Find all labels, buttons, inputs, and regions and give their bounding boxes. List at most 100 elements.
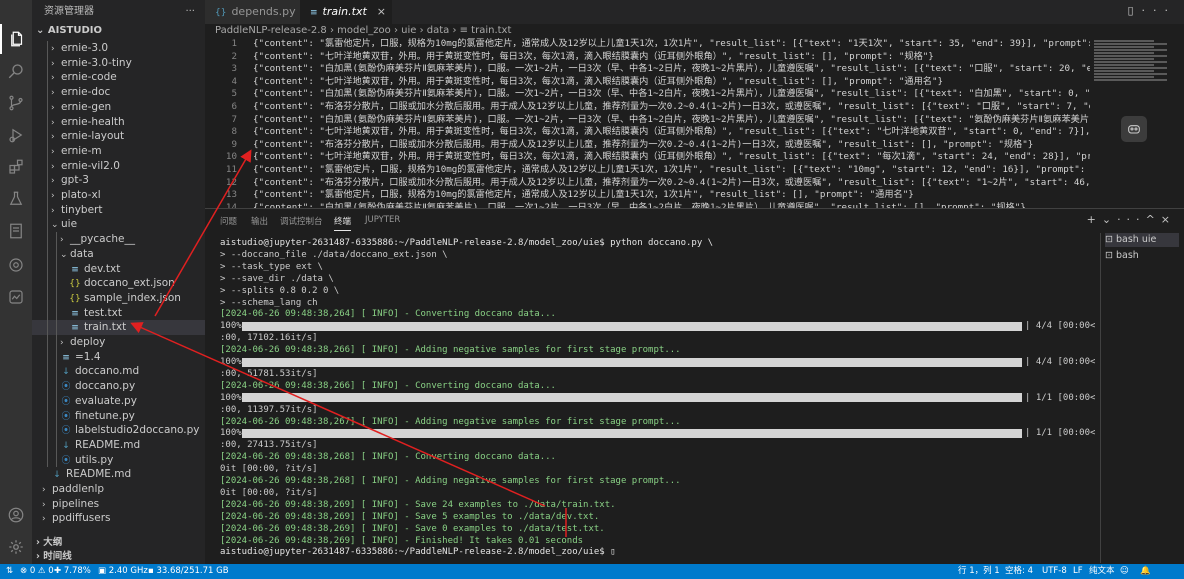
tab-problems[interactable]: 问题 bbox=[220, 215, 237, 227]
tree-file[interactable]: ≡ dev.txt bbox=[32, 262, 205, 277]
tree-folder[interactable]: › ernie-layout bbox=[32, 129, 205, 144]
chevron-down-icon[interactable]: ⌄ bbox=[1102, 213, 1117, 226]
tree-folder[interactable]: › ernie-doc bbox=[32, 85, 205, 100]
new-terminal-icon[interactable]: + bbox=[1087, 213, 1102, 226]
tree-file[interactable]: ↓ README.md bbox=[32, 438, 205, 453]
close-icon[interactable]: × bbox=[377, 5, 386, 18]
code-line: 4 {"content": "七叶洋地黄双苷，外用。用于黄斑变性时，每日3次，每次… bbox=[205, 76, 943, 89]
tree-folder[interactable]: › gpt-3 bbox=[32, 173, 205, 188]
minimap-line bbox=[1094, 40, 1154, 42]
explorer-icon[interactable] bbox=[0, 24, 32, 54]
terminal-item-bash-uie[interactable]: ⊡ bash uie bbox=[1105, 233, 1179, 247]
tree-folder[interactable]: › ernie-code bbox=[32, 70, 205, 85]
status-bar: ⇅ ⊗ 0 ⚠ 0 ✚ 7.78% ▣ 2.40 GHz ▪ 33.68/251… bbox=[0, 564, 1184, 579]
terminal-line: [2024-06-26 09:48:38,268] [ INFO] - Addi… bbox=[220, 476, 681, 486]
notifications-icon[interactable]: 🔔 bbox=[1140, 564, 1151, 579]
tree-file[interactable]: ⦿ utils.py bbox=[32, 453, 205, 468]
tree-file[interactable]: ≡ =1.4 bbox=[32, 350, 205, 365]
tree-file[interactable]: ≡ train.txt bbox=[32, 320, 205, 335]
settings-gear-icon[interactable] bbox=[0, 532, 32, 562]
outline-section[interactable]: › 大纲 bbox=[32, 536, 205, 549]
extensions-icon[interactable] bbox=[0, 152, 32, 182]
problems-count[interactable]: ⊗ 0 ⚠ 0 bbox=[20, 564, 54, 579]
tree-folder[interactable]: › tinybert bbox=[32, 203, 205, 218]
tree-label: doccano.py bbox=[75, 380, 136, 393]
breadcrumb[interactable]: PaddleNLP-release-2.8 › model_zoo › uie … bbox=[205, 24, 1184, 38]
terminal[interactable]: aistudio@jupyter-2631487-6335886:~/Paddl… bbox=[205, 237, 1095, 565]
code-line: 7 {"content": "白加黑(氨酚伪麻美芬片Ⅱ氨麻苯美片)，口服。一次1~… bbox=[205, 114, 1090, 127]
line-content: {"content": "布洛芬分散片，口服或加水分散后服用。用于成人及12岁以… bbox=[253, 176, 1090, 188]
tree-folder[interactable]: ⌄ uie bbox=[32, 217, 205, 232]
tree-folder[interactable]: › paddlenlp bbox=[32, 482, 205, 497]
tab-jupyter[interactable]: JUPYTER bbox=[365, 215, 400, 225]
tab-depends-py[interactable]: {} depends.py bbox=[205, 0, 300, 24]
line-number: 3 bbox=[231, 63, 237, 75]
language-mode[interactable]: 纯文本 bbox=[1089, 564, 1115, 579]
account-icon[interactable] bbox=[0, 500, 32, 530]
terminal-line: 0it [00:00, ?it/s] bbox=[220, 464, 318, 475]
tree-file[interactable]: ⦿ evaluate.py bbox=[32, 394, 205, 409]
terminal-line: [2024-06-26 09:48:38,269] [ INFO] - Save… bbox=[220, 511, 600, 522]
chart-panel-icon[interactable] bbox=[0, 282, 32, 312]
copilot-icon[interactable] bbox=[1121, 116, 1147, 142]
notebook-icon[interactable] bbox=[0, 216, 32, 246]
tree-label: train.txt bbox=[84, 321, 127, 334]
source-control-icon[interactable] bbox=[0, 88, 32, 118]
tree-folder[interactable]: › ernie-3.0-tiny bbox=[32, 56, 205, 71]
tab-output[interactable]: 输出 bbox=[251, 215, 268, 227]
tab-terminal[interactable]: 终端 bbox=[334, 215, 352, 231]
tree-folder[interactable]: › ppdiffusers bbox=[32, 511, 205, 526]
cpu-frequency-value: 2.40 GHz bbox=[108, 566, 148, 576]
tree-folder[interactable]: ⌄ data bbox=[32, 247, 205, 262]
tree-label: test.txt bbox=[84, 306, 122, 319]
encoding[interactable]: UTF-8 bbox=[1042, 564, 1067, 579]
remote-indicator-icon[interactable]: ⇅ bbox=[6, 564, 13, 579]
tree-file[interactable]: ⦿ finetune.py bbox=[32, 409, 205, 424]
line-number: 7 bbox=[231, 113, 237, 125]
tree-file[interactable]: {} sample_index.json bbox=[32, 291, 205, 306]
tree-folder[interactable]: › __pycache__ bbox=[32, 232, 205, 247]
tab-train-txt[interactable]: ≡ train.txt × bbox=[300, 0, 392, 24]
code-line: 9 {"content": "布洛芬分散片，口服或加水分散后服用。用于成人及12岁… bbox=[205, 139, 1033, 152]
search-icon[interactable] bbox=[0, 56, 32, 86]
tree-file[interactable]: ↓ README.md bbox=[32, 467, 205, 482]
tree-file[interactable]: ↓ doccano.md bbox=[32, 364, 205, 379]
feedback-icon[interactable]: ☺ bbox=[1120, 564, 1129, 579]
tab-debug-console[interactable]: 调试控制台 bbox=[280, 215, 323, 227]
tree-file[interactable]: {} doccano_ext.json bbox=[32, 276, 205, 291]
code-editor[interactable]: 1 {"content": "氯雷他定片，口服，规格为10mg的氯雷他定片，通常成… bbox=[205, 38, 1090, 208]
terminal-line: [2024-06-26 09:48:38,264] [ INFO] - Conv… bbox=[220, 309, 556, 320]
close-panel-icon[interactable]: × bbox=[1161, 213, 1176, 226]
remote-icon[interactable] bbox=[0, 250, 32, 280]
tree-folder[interactable]: › ernie-vil2.0 bbox=[32, 159, 205, 174]
timeline-section[interactable]: › 时间线 bbox=[32, 550, 205, 563]
flask-icon[interactable] bbox=[0, 184, 32, 214]
tree-folder[interactable]: › ernie-gen bbox=[32, 100, 205, 115]
terminal-item-bash[interactable]: ⊡ bash bbox=[1105, 249, 1139, 263]
chevron-down-icon: ⌄ bbox=[36, 25, 48, 36]
tree-file[interactable]: ≡ test.txt bbox=[32, 306, 205, 321]
workspace-root[interactable]: ⌄ AISTUDIO bbox=[32, 24, 205, 38]
tree-label: ernie-health bbox=[61, 115, 125, 128]
tree-folder[interactable]: › plato-xl bbox=[32, 188, 205, 203]
more-actions-icon[interactable]: ··· bbox=[1117, 213, 1146, 226]
tree-label: ernie-vil2.0 bbox=[61, 159, 120, 172]
tree-folder[interactable]: › ernie-health bbox=[32, 115, 205, 130]
tree-folder[interactable]: › deploy bbox=[32, 335, 205, 350]
tree-folder[interactable]: › ernie-m bbox=[32, 144, 205, 159]
more-actions-icon[interactable]: ··· bbox=[185, 0, 195, 24]
tree-file[interactable]: ⦿ labelstudio2doccano.py bbox=[32, 423, 205, 438]
run-debug-icon[interactable] bbox=[0, 120, 32, 150]
tree-folder[interactable]: › pipelines bbox=[32, 497, 205, 512]
tree-folder[interactable]: › ernie-3.0 bbox=[32, 41, 205, 56]
indentation[interactable]: 空格: 4 bbox=[1005, 564, 1033, 579]
maximize-panel-icon[interactable]: ^ bbox=[1146, 213, 1161, 226]
explorer-title: 资源管理器 bbox=[44, 6, 94, 17]
cursor-position[interactable]: 行 1，列 1 bbox=[958, 564, 1000, 579]
split-editor-icon[interactable]: ▯ bbox=[1127, 4, 1141, 17]
end-of-line[interactable]: LF bbox=[1073, 564, 1083, 579]
tree-label: sample_index.json bbox=[84, 291, 181, 304]
more-actions-icon[interactable]: ··· bbox=[1142, 4, 1177, 17]
tree-file[interactable]: ⦿ doccano.py bbox=[32, 379, 205, 394]
explorer-header: 资源管理器 ··· bbox=[32, 0, 205, 24]
